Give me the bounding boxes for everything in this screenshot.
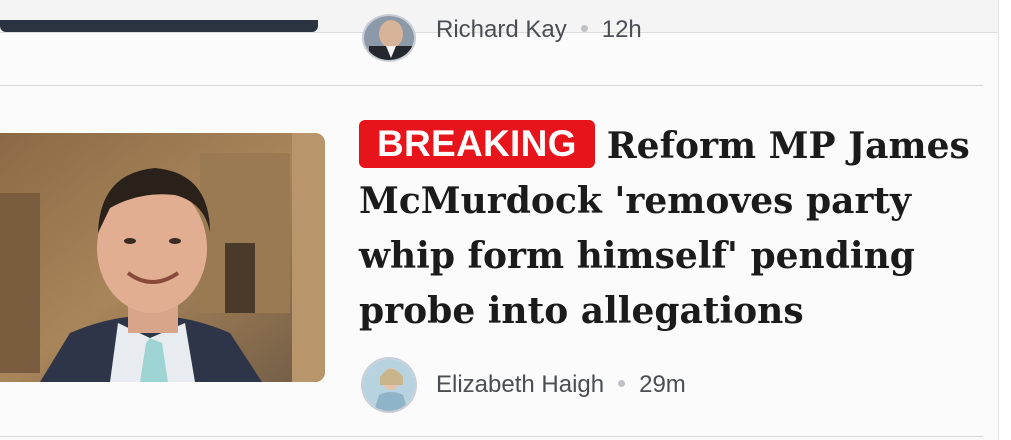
person-photo — [363, 359, 415, 411]
dot-separator-icon — [580, 25, 588, 33]
publish-time: 12h — [601, 16, 642, 43]
author-name[interactable]: Richard Kay — [436, 16, 567, 43]
previous-article-thumbnail[interactable] — [0, 20, 318, 32]
author-avatar-elizabeth-haigh[interactable] — [361, 357, 417, 413]
breaking-badge: BREAKING — [359, 120, 595, 168]
author-name[interactable]: Elizabeth Haigh — [436, 371, 604, 398]
article-headline[interactable]: BREAKING Reform MP James McMurdock 'remov… — [359, 119, 989, 339]
article-photo — [0, 133, 325, 382]
person-photo — [364, 16, 414, 60]
article-divider — [0, 436, 983, 437]
scrollbar[interactable] — [998, 0, 1011, 440]
author-avatar-richard-kay[interactable] — [362, 14, 416, 62]
previous-article-meta: Richard Kay 12h — [436, 16, 642, 44]
dot-separator-icon — [618, 380, 626, 388]
article-meta: Elizabeth Haigh 29m — [436, 371, 686, 399]
article-divider — [0, 85, 983, 86]
publish-time: 29m — [639, 371, 686, 398]
article-thumbnail[interactable] — [0, 133, 325, 382]
